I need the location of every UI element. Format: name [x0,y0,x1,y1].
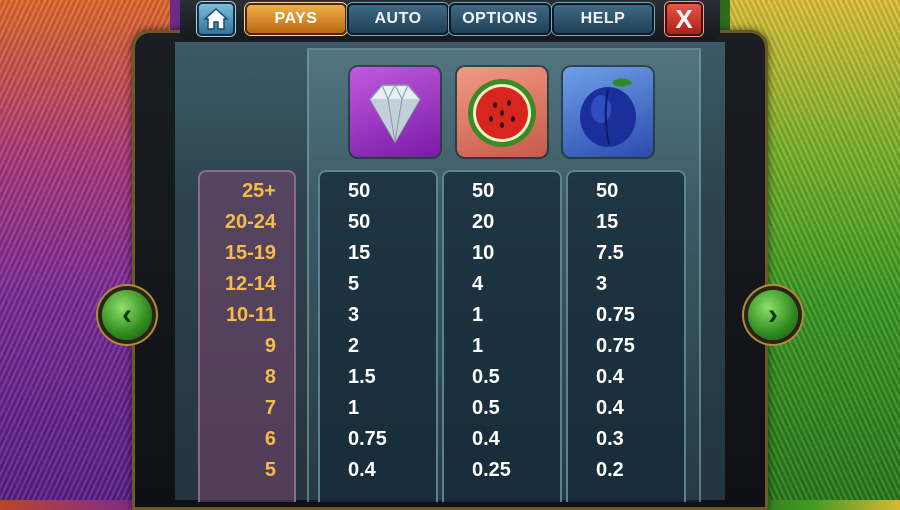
count-label: 10-11 [225,304,276,326]
count-label: 12-14 [224,273,276,295]
payout-value: 0.4 [472,428,500,450]
payout-value: 0.75 [596,304,635,326]
count-label: 25+ [242,180,276,202]
payout-value: 10 [472,242,495,264]
diamond-payout-column: 50 50 15 5 3 2 1.5 1 0.75 0.4 [318,170,438,502]
prev-page-button[interactable]: ‹ [102,290,152,340]
count-label: 5 [264,459,276,481]
payout-value: 0.75 [596,335,635,357]
symbol-count-column: 25+ 20-24 15-19 12-14 10-11 9 8 7 6 5 [198,170,296,502]
payout-value: 0.2 [596,459,624,481]
tab-options[interactable]: OPTIONS [449,3,551,35]
payout-value: 3 [348,304,360,326]
plum-payout-column: 50 15 7.5 3 0.75 0.75 0.4 0.4 0.3 0.2 [566,170,686,502]
count-label: 7 [264,397,276,419]
chevron-left-icon: ‹ [122,298,132,331]
payout-value: 1 [472,304,484,326]
payout-value: 4 [472,273,484,295]
payout-value: 0.3 [596,428,624,450]
payout-value: 1 [472,335,484,357]
watermelon-symbol-icon [457,67,547,157]
payout-value: 50 [596,180,619,202]
payout-value: 15 [348,242,371,264]
home-button[interactable] [197,2,235,36]
payout-value: 0.5 [472,366,500,388]
payout-value: 50 [472,180,495,202]
payout-value: 0.25 [472,459,511,481]
payout-value: 2 [348,335,360,357]
close-icon: X [675,3,693,34]
tab-pays[interactable]: PAYS [245,3,347,35]
payout-value: 0.4 [596,397,624,419]
home-icon [203,7,229,30]
tab-help[interactable]: HELP [552,3,654,35]
payout-value: 3 [596,273,608,295]
payout-value: 50 [348,211,371,233]
payout-value: 0.5 [472,397,500,419]
plum-symbol-icon [563,67,653,157]
payout-value: 0.75 [348,428,387,450]
payout-value: 20 [472,211,495,233]
next-page-button[interactable]: › [748,290,798,340]
payout-value: 7.5 [596,242,624,264]
payout-value: 5 [348,273,360,295]
payout-value: 15 [596,211,619,233]
payout-value: 1 [348,397,360,419]
chevron-right-icon: › [768,298,778,331]
count-label: 9 [264,335,276,357]
count-label: 20-24 [224,211,276,233]
tab-auto[interactable]: AUTO [347,3,449,35]
payout-value: 0.4 [348,459,376,481]
close-button[interactable]: X [665,2,703,36]
watermelon-payout-column: 50 20 10 4 1 1 0.5 0.5 0.4 0.25 [442,170,562,502]
count-label: 6 [264,428,276,450]
payout-value: 1.5 [348,366,376,388]
payout-value: 0.4 [596,366,624,388]
count-label: 8 [264,366,276,388]
payout-value: 50 [348,180,371,202]
count-label: 15-19 [224,242,276,264]
diamond-symbol-icon [350,67,440,157]
